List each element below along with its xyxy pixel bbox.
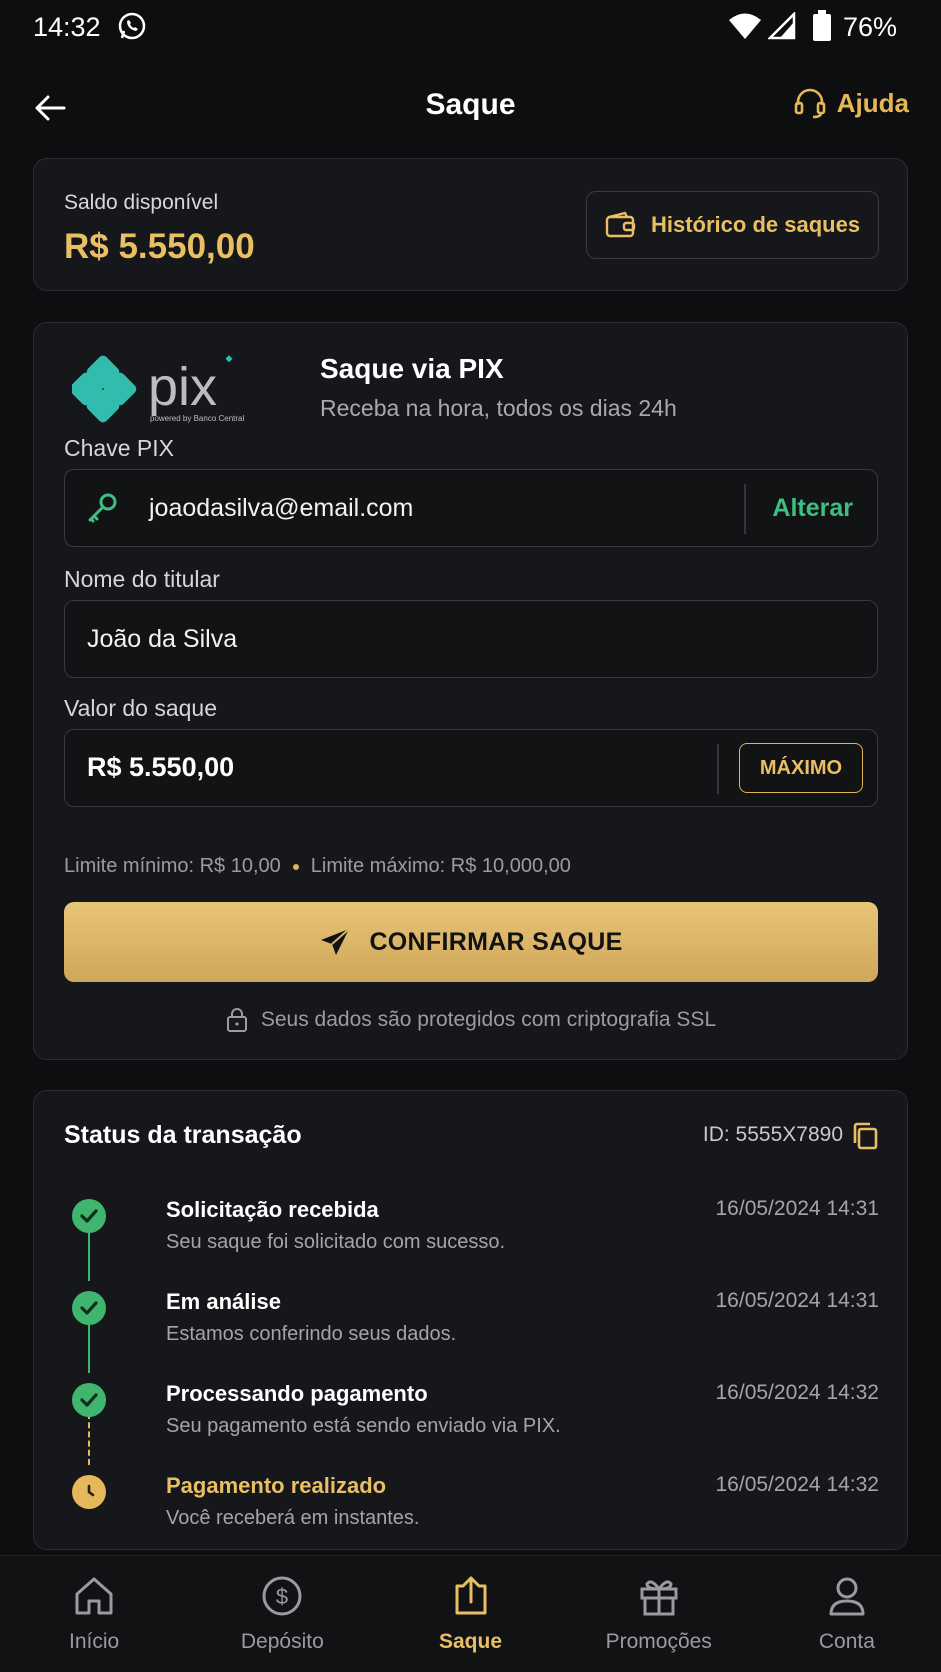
dollar-icon: $	[262, 1576, 302, 1616]
headset-icon	[794, 88, 826, 119]
app-header: Saque Ajuda	[0, 70, 941, 146]
pix-key-label: Chave PIX	[64, 435, 174, 461]
nav-label: Conta	[818, 1630, 875, 1653]
security-note-text: Seus dados são protegidos com criptograf…	[260, 1008, 717, 1031]
step-date: 16/05/2024 14:31	[715, 1197, 880, 1220]
withdraw-history-button[interactable]: Histórico de saques	[586, 191, 879, 259]
transaction-id: ID: 5555X7890	[702, 1123, 843, 1146]
nav-label: Promoções	[605, 1630, 712, 1653]
balance-label: Saldo disponível	[64, 191, 219, 214]
balance-value: R$ 5.550,00	[64, 227, 255, 266]
home-icon	[75, 1577, 113, 1615]
pix-logo: pix powered by Banco Central	[72, 355, 245, 423]
lock-icon	[226, 1008, 247, 1032]
field-divider	[744, 484, 746, 534]
pix-key-value: joaodasilva@email.com	[149, 494, 414, 522]
nav-label: Início	[69, 1630, 120, 1653]
transaction-status-card: Status da transação ID: 5555X7890 Solici…	[33, 1090, 908, 1550]
nav-item-promocoes[interactable]: Promoções	[565, 1556, 753, 1672]
wallet-icon	[605, 211, 636, 238]
limit-max: Limite máximo: R$ 10,000,00	[310, 855, 571, 877]
check-icon	[72, 1199, 106, 1233]
check-icon	[72, 1291, 106, 1325]
timeline-step: Processando pagamento Seu pagamento está…	[34, 1375, 909, 1455]
pix-subtitle: Receba na hora, todos os dias 24h	[320, 395, 677, 421]
copy-icon[interactable]	[851, 1121, 879, 1151]
bottom-navigation: Início $ Depósito Saque Promoções Conta	[0, 1555, 941, 1672]
amount-value: R$ 5.550,00	[87, 752, 235, 782]
nav-item-deposito[interactable]: $ Depósito	[188, 1556, 376, 1672]
step-title: Processando pagamento	[166, 1381, 428, 1406]
check-icon	[72, 1383, 106, 1417]
withdraw-history-label: Histórico de saques	[651, 212, 861, 237]
holder-name-field[interactable]: João da Silva	[64, 600, 878, 678]
user-icon	[829, 1577, 865, 1616]
nav-item-conta[interactable]: Conta	[753, 1556, 941, 1672]
step-description: Você receberá em instantes.	[166, 1507, 420, 1529]
send-icon	[321, 928, 351, 955]
pix-title: Saque via PIX	[320, 353, 504, 384]
pix-logo-caption: powered by Banco Central	[150, 414, 245, 423]
balance-card: Saldo disponível R$ 5.550,00 Histórico d…	[33, 158, 908, 291]
step-description: Seu pagamento está sendo enviado via PIX…	[166, 1415, 561, 1437]
max-amount-button[interactable]: MÁXIMO	[739, 743, 863, 793]
help-label: Ajuda	[836, 87, 909, 118]
timeline-step: Solicitação recebida Seu saque foi solic…	[34, 1191, 909, 1271]
status-bar: 14:32 76%	[0, 0, 941, 56]
nav-label: Saque	[438, 1630, 503, 1653]
holder-name-value: João da Silva	[87, 625, 238, 653]
battery-percent: 76%	[843, 12, 898, 42]
signal-icon	[768, 12, 796, 40]
status-title: Status da transação	[64, 1121, 302, 1149]
step-date: 16/05/2024 14:31	[715, 1289, 880, 1312]
step-date: 16/05/2024 14:32	[715, 1473, 880, 1496]
amount-limits: Limite mínimo: R$ 10,00 Limite máximo: R…	[64, 855, 571, 878]
nav-label: Depósito	[240, 1630, 324, 1653]
pix-logo-text: pix	[148, 357, 217, 417]
limit-min: Limite mínimo: R$ 10,00	[64, 855, 281, 877]
pix-withdraw-card: pix powered by Banco Central Saque via P…	[33, 322, 908, 1060]
wifi-icon	[729, 13, 761, 39]
pix-key-field[interactable]: joaodasilva@email.com Alterar	[64, 469, 878, 547]
nav-item-inicio[interactable]: Início	[0, 1556, 188, 1672]
battery-icon	[813, 10, 831, 41]
holder-label: Nome do titular	[64, 566, 220, 592]
security-note: Seus dados são protegidos com criptograf…	[34, 1007, 907, 1033]
change-key-button[interactable]: Alterar	[772, 494, 853, 523]
step-title: Pagamento realizado	[166, 1473, 387, 1498]
withdraw-icon	[455, 1576, 486, 1615]
step-title: Em análise	[166, 1289, 281, 1314]
step-description: Estamos conferindo seus dados.	[166, 1323, 457, 1345]
whatsapp-icon	[118, 12, 146, 40]
status-time: 14:32	[33, 12, 101, 42]
clock-icon	[72, 1475, 106, 1509]
gift-icon	[640, 1580, 678, 1616]
svg-text:$: $	[276, 1584, 288, 1609]
amount-label: Valor do saque	[64, 695, 218, 721]
field-divider	[717, 744, 719, 794]
amount-field[interactable]: R$ 5.550,00 MÁXIMO	[64, 729, 878, 807]
confirm-withdraw-label: CONFIRMAR SAQUE	[369, 927, 623, 956]
separator-dot	[292, 863, 299, 870]
nav-item-saque[interactable]: Saque	[376, 1556, 564, 1672]
confirm-withdraw-button[interactable]: CONFIRMAR SAQUE	[64, 902, 878, 982]
timeline-step: Pagamento realizado Você receberá em ins…	[34, 1467, 909, 1547]
step-title: Solicitação recebida	[166, 1197, 379, 1222]
help-button[interactable]: Ajuda	[793, 86, 909, 120]
step-description: Seu saque foi solicitado com sucesso.	[166, 1231, 506, 1253]
timeline-step: Em análise Estamos conferindo seus dados…	[34, 1283, 909, 1363]
step-date: 16/05/2024 14:32	[715, 1381, 880, 1404]
key-icon	[88, 493, 117, 523]
